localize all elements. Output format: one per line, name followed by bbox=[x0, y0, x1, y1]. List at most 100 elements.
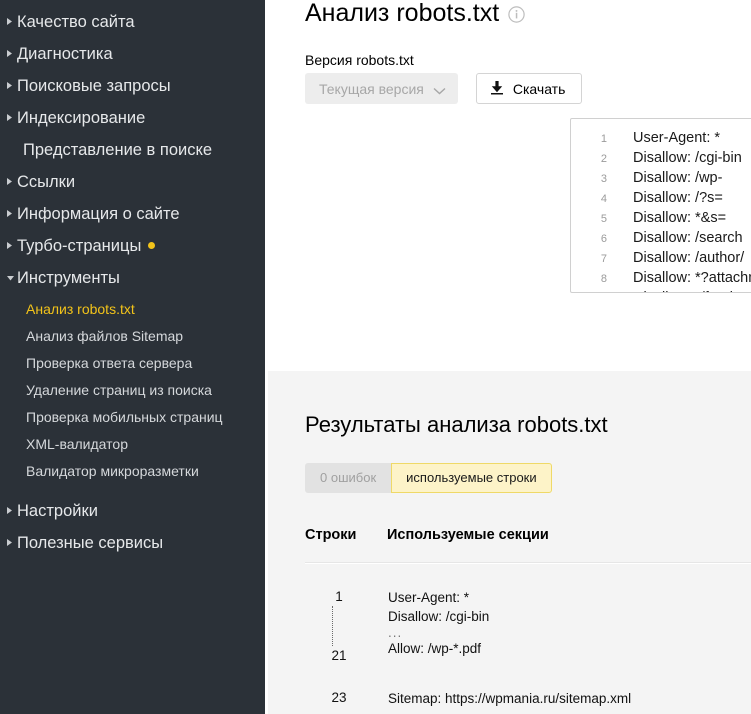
sidebar-subitem-sitemap-analysis[interactable]: Анализ файлов Sitemap bbox=[0, 323, 265, 350]
sidebar-nav-top: Качество сайта Диагностика Поисковые зап… bbox=[0, 0, 265, 559]
sidebar-item-label: Диагностика bbox=[17, 45, 113, 63]
section-directive: Sitemap: https://wpmania.ru/sitemap.xml bbox=[388, 691, 632, 706]
line-content: Disallow: /wp- bbox=[633, 170, 723, 186]
chevron-right-icon bbox=[6, 241, 17, 250]
line-content: Disallow: /author/ bbox=[633, 250, 745, 266]
code-line: 8 Disallow: *?attachment_id= bbox=[571, 268, 751, 288]
code-line: 5 Disallow: *&s= bbox=[571, 208, 751, 228]
sidebar-item-label: Турбо-страницы bbox=[17, 237, 142, 255]
sidebar-subitem-mobile-pages-check[interactable]: Проверка мобильных страниц bbox=[0, 404, 265, 431]
sidebar-item-site-information[interactable]: Информация о сайте bbox=[0, 198, 265, 230]
line-number: 2 bbox=[600, 153, 607, 165]
line-content: Disallow: /?s= bbox=[633, 190, 723, 206]
line-range-end: 21 bbox=[331, 648, 347, 663]
info-circle-icon[interactable] bbox=[508, 0, 525, 30]
results-tabs: 0 ошибок используемые строки bbox=[305, 463, 552, 493]
sidebar-item-search-queries[interactable]: Поисковые запросы bbox=[0, 70, 265, 102]
chevron-down-icon bbox=[433, 82, 446, 98]
version-select-value: Текущая версия bbox=[319, 80, 424, 97]
sidebar-item-useful-services[interactable]: Полезные сервисы bbox=[0, 527, 265, 559]
analysis-results-inner: Результаты анализа robots.txt 0 ошибок и… bbox=[268, 371, 751, 708]
line-content: Disallow: *&s= bbox=[633, 210, 727, 226]
code-line: 3 Disallow: /wp- bbox=[571, 168, 751, 188]
section-ellipsis: ... bbox=[388, 625, 403, 640]
section-directive: Disallow: /cgi-bin bbox=[388, 609, 490, 624]
row-line-range: 1 21 bbox=[305, 588, 387, 664]
line-number: 9 bbox=[571, 289, 607, 292]
chevron-down-icon bbox=[6, 274, 17, 282]
line-content: Disallow: /search bbox=[633, 230, 743, 246]
row-line-range: 23 bbox=[305, 689, 387, 708]
section-directive: Allow: /wp-*.pdf bbox=[388, 641, 482, 656]
line-number: 5 bbox=[600, 213, 607, 225]
code-line: 1 User-Agent: * bbox=[571, 128, 751, 148]
app-root: Качество сайта Диагностика Поисковые зап… bbox=[0, 0, 751, 714]
sidebar-item-settings[interactable]: Настройки bbox=[0, 495, 265, 527]
chevron-right-icon bbox=[6, 506, 17, 515]
sidebar-item-label: Полезные сервисы bbox=[17, 534, 164, 552]
sidebar-subitem-microdata-validator[interactable]: Валидатор микроразметки bbox=[0, 458, 265, 485]
line-range-start: 1 bbox=[335, 589, 343, 604]
sidebar-item-label: Инструменты bbox=[17, 269, 120, 287]
main-content: Анализ robots.txt Версия robots.txt Теку… bbox=[265, 0, 751, 714]
tab-errors[interactable]: 0 ошибок bbox=[305, 463, 392, 493]
chevron-right-icon bbox=[6, 81, 17, 90]
sidebar-item-label: Качество сайта bbox=[17, 13, 135, 31]
sidebar-subitem-robots-analysis[interactable]: Анализ robots.txt bbox=[0, 296, 265, 323]
line-range-connector bbox=[331, 606, 333, 646]
sidebar-item-label: Поисковые запросы bbox=[17, 77, 171, 95]
sidebar-item-label: Настройки bbox=[17, 502, 98, 520]
row-section-content: User-Agent: * Disallow: /cgi-bin ... All… bbox=[387, 588, 751, 664]
results-table-header: Строки Используемые секции bbox=[305, 527, 751, 563]
page-title: Анализ robots.txt bbox=[265, 0, 525, 28]
turbo-pages-status-dot bbox=[148, 242, 156, 249]
line-content: User-Agent: * bbox=[633, 130, 721, 146]
sidebar-item-label: Ссылки bbox=[17, 173, 76, 191]
line-content: Disallow: *?attachment_id= bbox=[633, 270, 751, 286]
analysis-results-panel: Результаты анализа robots.txt 0 ошибок и… bbox=[268, 371, 751, 714]
sidebar-item-label: Индексирование bbox=[17, 109, 146, 127]
results-title: Результаты анализа robots.txt bbox=[305, 412, 608, 437]
chevron-right-icon bbox=[6, 17, 17, 26]
row-section-content: Sitemap: https://wpmania.ru/sitemap.xml bbox=[387, 689, 751, 708]
code-line: 2 Disallow: /cgi-bin bbox=[571, 148, 751, 168]
sidebar-item-links[interactable]: Ссылки bbox=[0, 166, 265, 198]
line-number: 6 bbox=[600, 233, 607, 245]
sidebar-item-search-presentation[interactable]: Представление в поиске bbox=[0, 134, 265, 166]
sidebar-item-tools[interactable]: Инструменты bbox=[0, 262, 265, 294]
download-button[interactable]: Скачать bbox=[475, 73, 583, 104]
table-row: 23 Sitemap: https://wpmania.ru/sitemap.x… bbox=[305, 664, 751, 708]
results-table: Строки Используемые секции 1 21 User-Age… bbox=[305, 527, 751, 708]
sidebar-subitem-xml-validator[interactable]: XML-валидатор bbox=[0, 431, 265, 458]
editor-controls: Текущая версия Скачать bbox=[305, 73, 583, 104]
code-line: 6 Disallow: /search bbox=[571, 228, 751, 248]
sidebar-item-site-quality[interactable]: Качество сайта bbox=[0, 6, 265, 38]
sidebar-item-label: Представление в поиске bbox=[23, 141, 213, 159]
sidebar-submenu-tools: Анализ robots.txt Анализ файлов Sitemap … bbox=[0, 294, 265, 495]
robots-txt-code-viewer[interactable]: 1 User-Agent: * 2 Disallow: /cgi-bin 3 D… bbox=[570, 118, 751, 293]
table-row: 1 21 User-Agent: * Disallow: /cgi-bin ..… bbox=[305, 563, 751, 664]
chevron-right-icon bbox=[6, 538, 17, 547]
sidebar-item-diagnostics[interactable]: Диагностика bbox=[0, 38, 265, 70]
version-select[interactable]: Текущая версия bbox=[305, 73, 458, 104]
column-header-lines: Строки bbox=[305, 527, 357, 543]
line-number: 8 bbox=[600, 273, 607, 285]
code-line: 4 Disallow: /?s= bbox=[571, 188, 751, 208]
section-directive: User-Agent: * bbox=[388, 590, 470, 605]
line-number: 3 bbox=[600, 173, 607, 185]
sidebar: Качество сайта Диагностика Поисковые зап… bbox=[0, 0, 265, 714]
sidebar-subitem-remove-pages[interactable]: Удаление страниц из поиска bbox=[0, 377, 265, 404]
chevron-right-icon bbox=[6, 209, 17, 218]
chevron-right-icon bbox=[6, 177, 17, 186]
sidebar-subitem-server-response-check[interactable]: Проверка ответа сервера bbox=[0, 350, 265, 377]
sidebar-item-turbo-pages[interactable]: Турбо-страницы bbox=[0, 230, 265, 262]
sidebar-item-label: Информация о сайте bbox=[17, 205, 180, 223]
sidebar-item-indexing[interactable]: Индексирование bbox=[0, 102, 265, 134]
page-title-text: Анализ robots.txt bbox=[305, 0, 500, 27]
chevron-right-icon bbox=[6, 113, 17, 122]
download-icon bbox=[490, 80, 504, 98]
line-range-start: 23 bbox=[331, 690, 347, 705]
version-label: Версия robots.txt bbox=[305, 52, 414, 68]
tab-used-lines[interactable]: используемые строки bbox=[391, 463, 552, 493]
robots-editor-section: Анализ robots.txt Версия robots.txt Теку… bbox=[265, 0, 751, 371]
